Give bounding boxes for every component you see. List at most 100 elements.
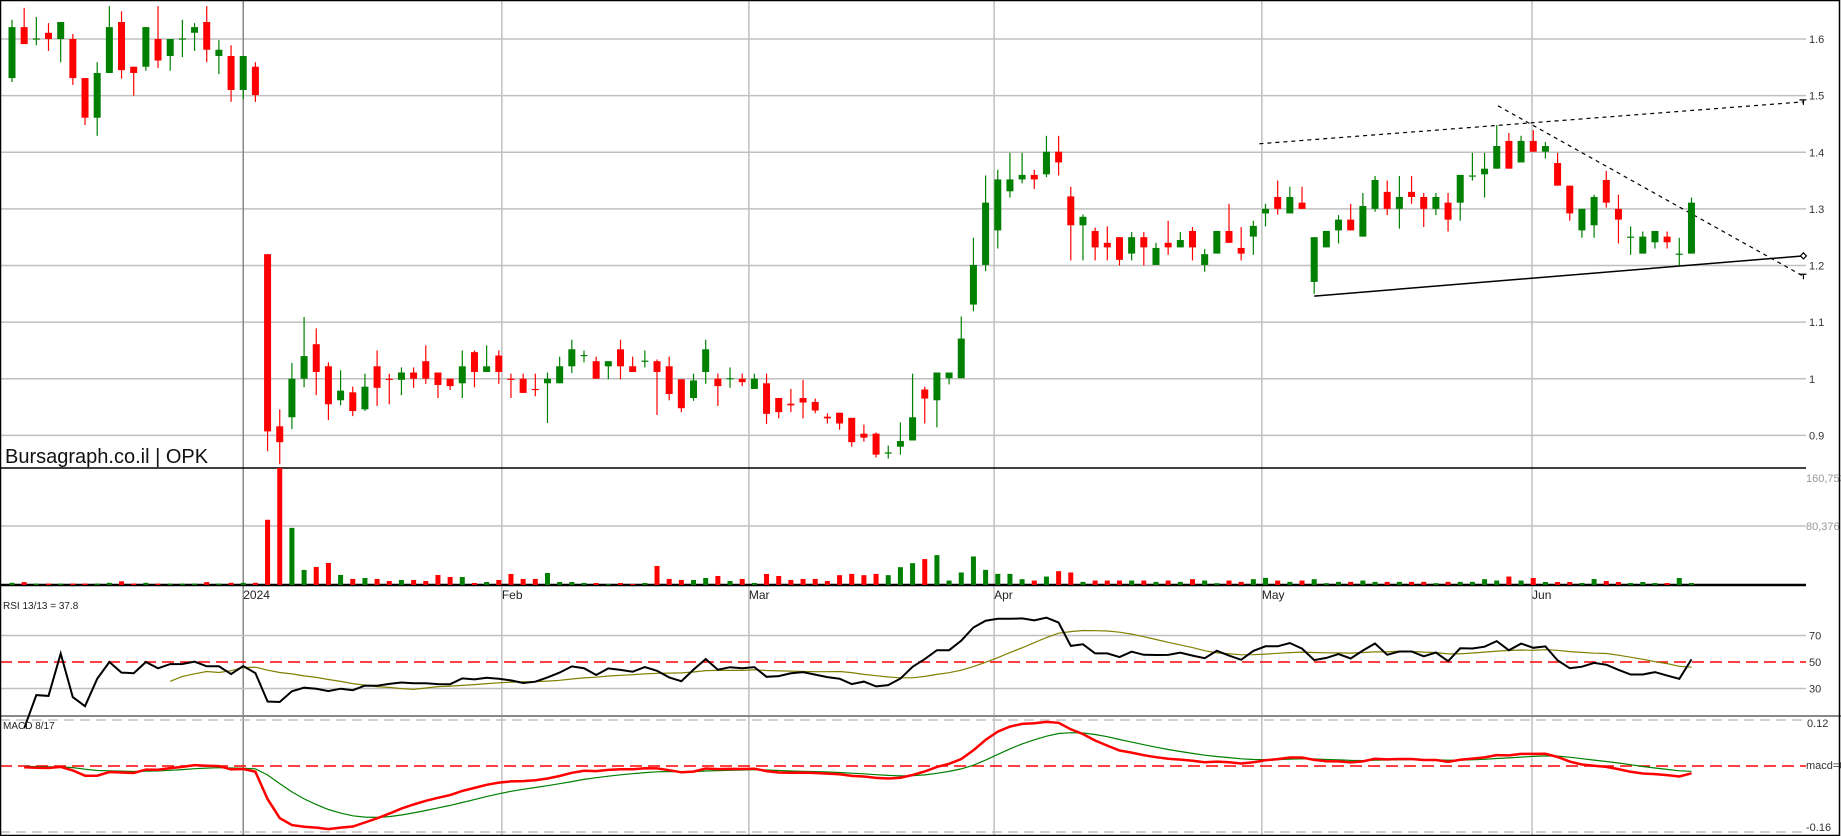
- candle-body: [811, 401, 819, 411]
- candle-body: [1042, 151, 1050, 175]
- volume-bar: [557, 582, 563, 585]
- price-tick-label: 1.2: [1809, 261, 1824, 273]
- candle-body: [422, 361, 430, 379]
- volume-bar: [1323, 583, 1329, 585]
- volume-bar: [569, 582, 575, 585]
- volume-bar: [532, 578, 538, 585]
- candle-body: [1188, 230, 1196, 248]
- candle-body: [1262, 208, 1270, 214]
- volume-bar: [715, 575, 721, 585]
- candle-body: [276, 426, 284, 443]
- candle-body: [604, 361, 612, 367]
- candle-body: [1079, 216, 1087, 226]
- volume-bar: [82, 583, 88, 585]
- candle-body: [1395, 196, 1403, 209]
- candle-body: [896, 441, 904, 447]
- volume-bar: [946, 580, 952, 585]
- candle-body: [1164, 242, 1172, 248]
- candle-body: [775, 398, 783, 413]
- candle-body: [1639, 236, 1647, 254]
- candle-body: [324, 366, 332, 405]
- candle-body: [470, 352, 478, 372]
- candle-body: [130, 66, 138, 73]
- candle-body: [1420, 196, 1428, 209]
- month-label: 2024: [243, 588, 270, 602]
- volume-bar: [1311, 579, 1317, 585]
- candle-body: [1687, 202, 1695, 254]
- volume-bar: [642, 582, 648, 585]
- volume-max-label: 160,753: [1806, 473, 1841, 485]
- volume-bar: [1579, 583, 1585, 585]
- volume-bar: [1007, 573, 1013, 585]
- candle-body: [191, 27, 199, 33]
- volume-bar: [1129, 580, 1135, 585]
- volume-bar: [289, 527, 295, 585]
- volume-bar: [776, 575, 782, 585]
- volume-bar: [544, 572, 550, 585]
- volume-bar: [970, 556, 976, 585]
- candle-body: [556, 366, 564, 384]
- volume-bar: [1372, 581, 1378, 585]
- volume-bar: [21, 582, 27, 585]
- candle-body: [677, 379, 685, 409]
- volume-bar: [1202, 580, 1208, 585]
- volume-bar: [1396, 581, 1402, 585]
- volume-bar: [33, 583, 39, 585]
- candle-body: [1614, 208, 1622, 220]
- volume-bar: [1031, 580, 1037, 585]
- volume-bar: [1542, 582, 1548, 585]
- candle-body: [203, 22, 211, 50]
- candle-body: [288, 378, 296, 418]
- volume-bar: [204, 582, 210, 585]
- candle-body: [349, 392, 357, 412]
- candle-body: [142, 27, 150, 67]
- volume-bar: [301, 569, 307, 585]
- candle-body: [909, 417, 917, 441]
- volume-bar: [1567, 582, 1573, 585]
- candle-body: [32, 38, 40, 40]
- volume-bar: [1640, 582, 1646, 585]
- rsi-level-label: 70: [1809, 631, 1821, 643]
- volume-bar: [1336, 581, 1342, 585]
- candle-body: [1432, 196, 1440, 209]
- volume-bar: [691, 579, 697, 585]
- volume-bar: [484, 582, 490, 585]
- volume-bar: [1384, 581, 1390, 585]
- volume-bar: [1043, 576, 1049, 585]
- candle-body: [1018, 174, 1026, 180]
- volume-bar: [618, 582, 623, 585]
- volume-bar: [739, 578, 745, 585]
- volume-bar: [1299, 580, 1305, 585]
- candle-body: [1627, 236, 1635, 238]
- volume-bar: [167, 583, 173, 585]
- volume-bar: [1664, 583, 1670, 585]
- candle-body: [20, 27, 28, 45]
- candle-body: [580, 354, 588, 357]
- volume-bar: [1628, 583, 1634, 585]
- candle-body: [519, 378, 527, 393]
- candle-body: [568, 349, 576, 367]
- month-label: Feb: [502, 588, 523, 602]
- candle-body: [884, 452, 892, 454]
- volume-bar: [508, 573, 514, 585]
- candle-body: [1383, 191, 1391, 209]
- volume-bar: [1287, 581, 1293, 585]
- volume-bar: [788, 579, 794, 585]
- volume-bar: [1603, 580, 1609, 585]
- volume-bar: [1518, 580, 1524, 585]
- candle-body: [166, 39, 174, 56]
- candle-body: [1651, 230, 1659, 243]
- candle-body: [750, 378, 758, 389]
- volume-bar: [605, 583, 611, 585]
- candle-body: [763, 383, 771, 414]
- candle-body: [45, 32, 53, 39]
- candle-body: [1176, 240, 1184, 248]
- rsi-level-label: 50: [1809, 657, 1821, 669]
- candle-body: [1237, 247, 1245, 254]
- volume-bar: [423, 580, 429, 585]
- volume-bar: [1141, 580, 1147, 585]
- volume-bar: [764, 573, 770, 585]
- volume-bar: [861, 575, 867, 585]
- price-tick-label: 1.6: [1809, 34, 1824, 46]
- volume-bar: [995, 573, 1001, 585]
